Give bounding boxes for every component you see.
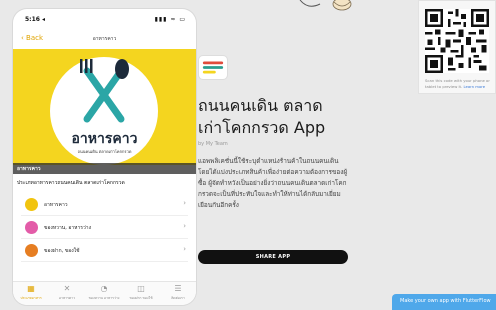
tab-gift[interactable]: ◫ ของฝาก ของใช้ bbox=[123, 284, 159, 301]
category-list: อาหารคาว › ของหวาน, อาหารว่าง › ของฝาก, … bbox=[21, 193, 188, 262]
dessert-icon bbox=[25, 221, 38, 234]
bottom-tab-bar: ▦ ประเภทอาหาร ✕ อาหารคาว ◔ ของหวาน อาหาร… bbox=[13, 281, 196, 305]
dish-icon bbox=[25, 198, 38, 211]
list-item[interactable]: ของหวาน, อาหารว่าง › bbox=[21, 216, 188, 239]
status-bar: 5:16 ◂ ▮▮▮ ≈ ▭ bbox=[13, 9, 196, 31]
dessert-tab-icon: ◔ bbox=[100, 284, 108, 293]
tab-label: ติดต่อเรา bbox=[171, 296, 185, 300]
tab-dessert[interactable]: ◔ ของหวาน อาหารว่าง bbox=[86, 284, 122, 301]
list-item[interactable]: อาหารคาว › bbox=[21, 193, 188, 216]
category-description: ประเภทอาหารคาวถนนคนเดิน ตลาดเก่าโคกกรวด bbox=[17, 180, 125, 186]
qr-caption: Scan this code with your phone or tablet… bbox=[425, 78, 496, 90]
menu-tab-icon: ☰ bbox=[174, 284, 182, 293]
hero-label-bar: อาหารคาว bbox=[13, 163, 196, 174]
qr-card: Scan this code with your phone or tablet… bbox=[418, 0, 496, 94]
list-item-label: ของฝาก, ของใช้ bbox=[44, 248, 80, 254]
gift-icon bbox=[25, 244, 38, 257]
gift-tab-icon: ◫ bbox=[137, 284, 145, 293]
hero-label: อาหารคาว bbox=[17, 166, 41, 172]
nav-title: อาหารคาว bbox=[92, 36, 117, 42]
hero-banner: อาหารคาว ถนนคนเดิน ตลาดเก่าโคกกรวด bbox=[13, 49, 196, 165]
tab-dish[interactable]: ✕ อาหารคาว bbox=[49, 284, 85, 301]
nav-bar: ‹ Back อาหารคาว bbox=[13, 31, 196, 49]
phone-preview: 5:16 ◂ ▮▮▮ ≈ ▭ ‹ Back อาหารคาว อาหารคาว … bbox=[13, 9, 196, 305]
tab-label: อาหารคาว bbox=[59, 296, 75, 300]
make-own-app-label: Make your own app with FlutterFlow bbox=[400, 298, 491, 304]
chevron-right-icon: › bbox=[183, 199, 186, 207]
tab-label: ของหวาน อาหารว่าง bbox=[88, 296, 120, 300]
app-description: แอพพลิเคชั่นนี้ใช้ระบุตำแหน่งร้านค้าในถน… bbox=[198, 157, 348, 209]
app-author: by My Team bbox=[198, 141, 228, 147]
app-title-line2: เก่าโคกกรวด App bbox=[198, 118, 326, 137]
category-icon: ▦ bbox=[27, 284, 35, 293]
tab-label: ประเภทอาหาร bbox=[20, 296, 42, 300]
cartoon-figure-icon bbox=[299, 0, 352, 11]
learn-more-link[interactable]: Learn more bbox=[463, 84, 485, 89]
hero-title: อาหารคาว bbox=[71, 131, 138, 147]
list-item-label: อาหารคาว bbox=[44, 202, 68, 208]
tab-label: ของฝาก ของใช้ bbox=[129, 296, 153, 300]
hero-subtitle: ถนนคนเดิน ตลาดเก่าโคกกรวด bbox=[77, 149, 132, 154]
dish-tab-icon: ✕ bbox=[63, 284, 71, 293]
app-icon bbox=[198, 55, 228, 80]
share-app-button[interactable]: SHARE APP bbox=[198, 250, 348, 264]
status-time: 5:16 ◂ bbox=[25, 16, 46, 23]
make-own-app-banner[interactable]: Make your own app with FlutterFlow bbox=[392, 294, 496, 310]
qr-code-icon[interactable] bbox=[425, 9, 489, 73]
chevron-right-icon: › bbox=[183, 222, 186, 230]
status-icons: ▮▮▮ ≈ ▭ bbox=[154, 16, 186, 23]
tab-category[interactable]: ▦ ประเภทอาหาร bbox=[13, 284, 49, 301]
fork-spoon-icon bbox=[80, 59, 129, 123]
chevron-right-icon: › bbox=[183, 245, 186, 253]
tab-contact[interactable]: ☰ ติดต่อเรา bbox=[160, 284, 196, 301]
list-item-label: ของหวาน, อาหารว่าง bbox=[44, 225, 92, 231]
list-item[interactable]: ของฝาก, ของใช้ › bbox=[21, 239, 188, 262]
